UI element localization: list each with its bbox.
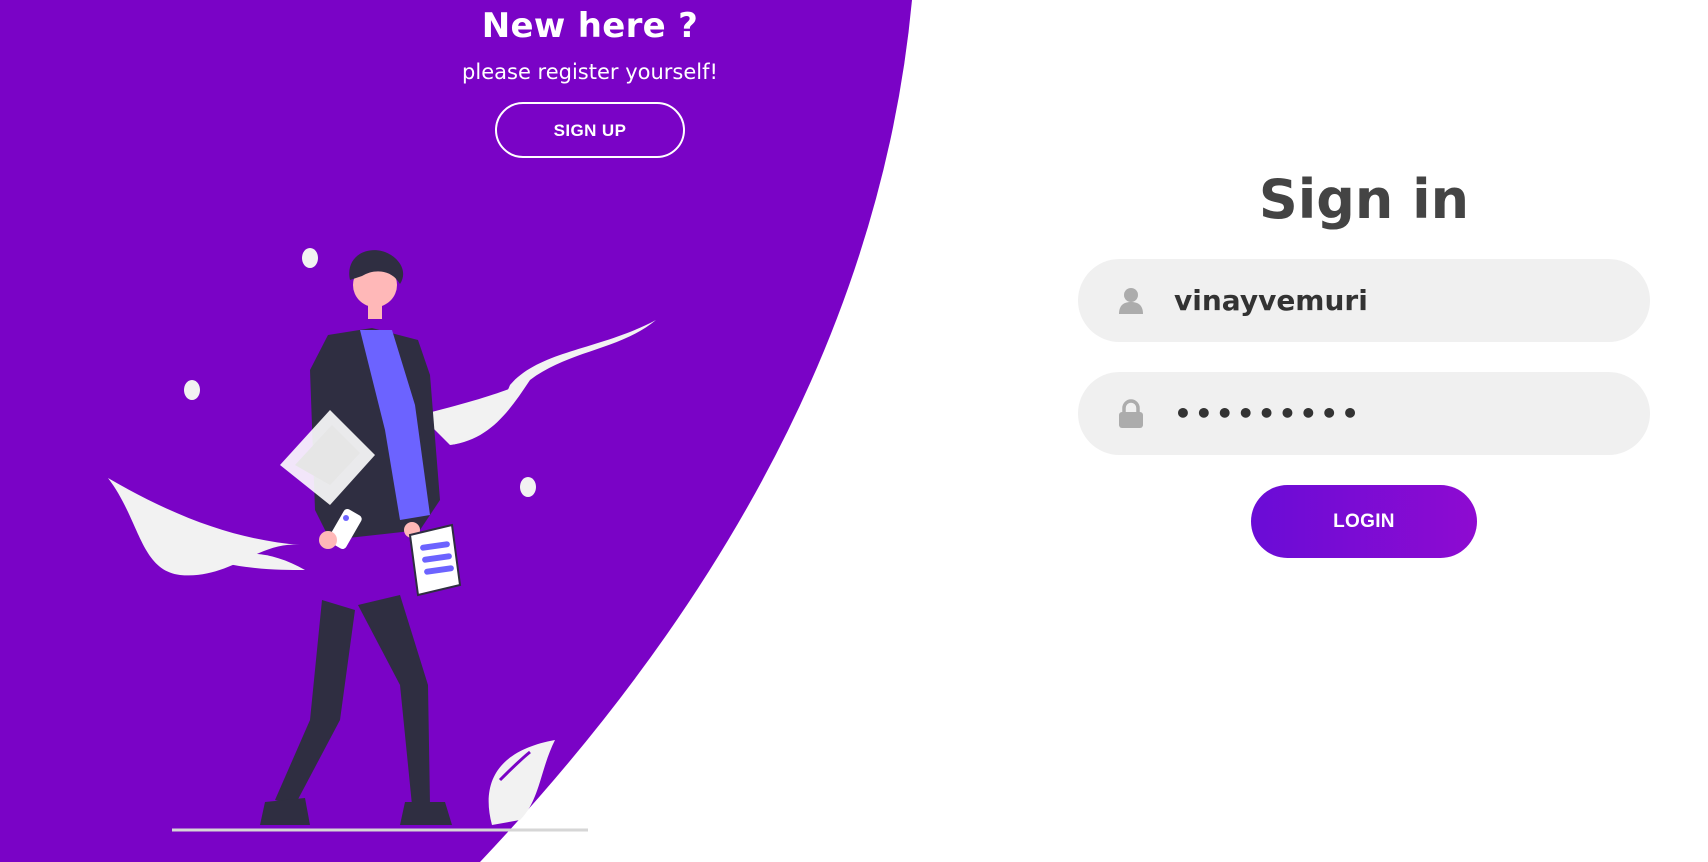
user-icon	[1114, 284, 1148, 318]
register-panel: New here ? please register yourself! SIG…	[330, 0, 850, 180]
sign-in-form: Sign in vinayvemuri ••••••••• LOGIN	[1078, 168, 1650, 558]
username-input[interactable]: vinayvemuri	[1174, 284, 1368, 317]
username-field[interactable]: vinayvemuri	[1078, 259, 1650, 342]
lock-icon	[1114, 397, 1148, 431]
sign-up-button[interactable]: SIGN UP	[495, 102, 685, 158]
new-here-heading: New here ?	[481, 6, 699, 46]
person-walking-illustration	[108, 248, 656, 832]
register-subtext: please register yourself!	[462, 60, 718, 84]
sign-in-title: Sign in	[1258, 168, 1470, 231]
password-input[interactable]: •••••••••	[1174, 397, 1362, 430]
login-button[interactable]: LOGIN	[1251, 485, 1477, 558]
password-field[interactable]: •••••••••	[1078, 372, 1650, 455]
